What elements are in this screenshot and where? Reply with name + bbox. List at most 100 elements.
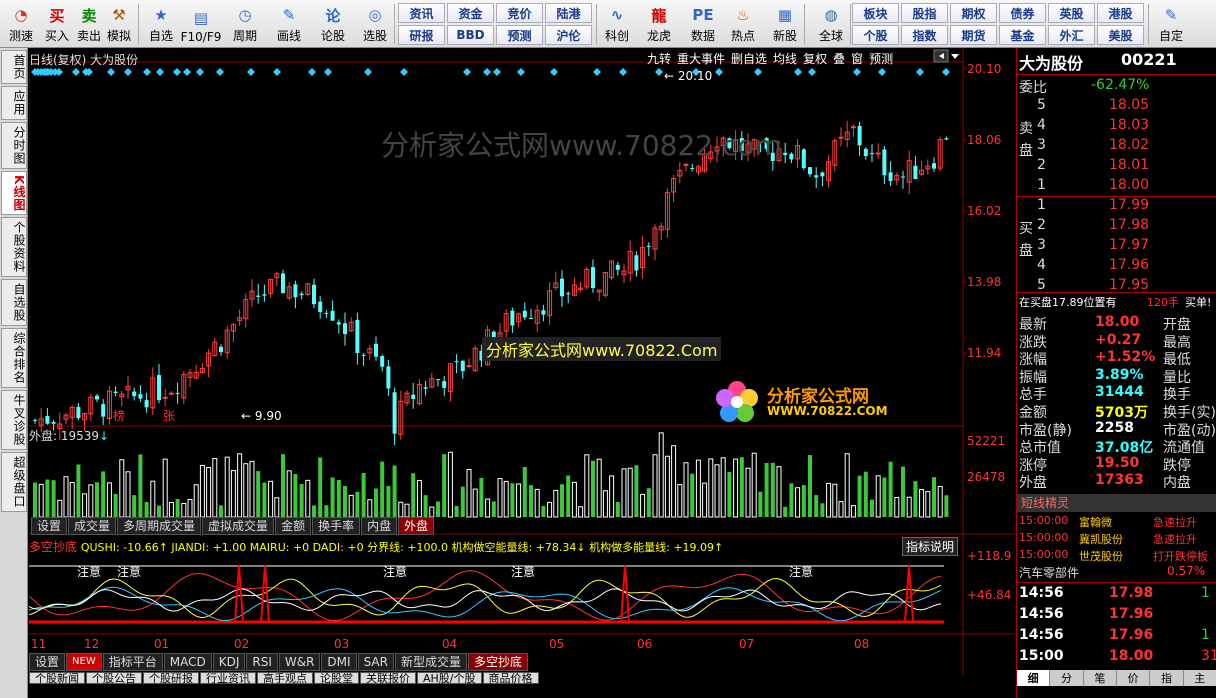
kline-chart-area[interactable]: 20.10 18.06 16.02 13.98 11.94 ← 20.10 ← 9.90 榜 张… xyxy=(29,48,1015,684)
toolbar-button-select[interactable]: ◎ 选股 xyxy=(358,2,392,46)
indicator-tab[interactable]: KDJ xyxy=(212,653,246,671)
volume-tab[interactable]: 金额 xyxy=(275,517,312,535)
chart-scroll-controls[interactable] xyxy=(933,49,959,63)
toolbar-button-chart[interactable]: ∿ 科创 xyxy=(600,2,634,46)
quick-link[interactable]: 资金 xyxy=(447,3,494,23)
news-tab[interactable]: 个股研报 xyxy=(143,672,199,684)
new-badge[interactable]: NEW xyxy=(66,653,102,671)
toolbar-button-custom[interactable]: ✎ 自定 xyxy=(1154,2,1188,46)
indicator-tab[interactable]: 指标平台 xyxy=(102,653,163,671)
chart-tab[interactable]: 复权 xyxy=(803,50,827,67)
chart-tab[interactable]: 叠 xyxy=(833,50,845,67)
volume-tab[interactable]: 虚拟成交量 xyxy=(202,517,275,535)
toolbar-button-globe[interactable]: ◍ 全球 xyxy=(814,2,848,46)
left-tab-0[interactable]: 首页 xyxy=(1,50,27,84)
toolbar-button-hammer[interactable]: ⚒ 模拟 xyxy=(102,2,136,46)
market-link[interactable]: 指数 xyxy=(901,25,948,45)
indicator-note: 注意 xyxy=(383,564,407,579)
market-link[interactable]: 基金 xyxy=(999,25,1046,45)
news-tab[interactable]: 行业资讯 xyxy=(200,672,256,684)
left-tab-2[interactable]: 分时图 xyxy=(1,122,27,169)
quote-tab[interactable]: 指 xyxy=(1150,670,1184,686)
market-link[interactable]: 外汇 xyxy=(1048,25,1095,45)
quote-bottom-tabs: 细分笔价指主 xyxy=(1017,670,1216,686)
toolbar-button-f10[interactable]: ▤ F10/F9 xyxy=(181,2,222,46)
quick-link[interactable]: 研报 xyxy=(398,25,445,45)
toolbar-button-dragon[interactable]: 龍龙虎 xyxy=(642,2,676,46)
toolbar-button-fire[interactable]: ♨ 热点 xyxy=(726,2,760,46)
volume-tab[interactable]: 设置 xyxy=(31,517,68,535)
quick-link[interactable]: BBD xyxy=(447,25,494,45)
quick-link[interactable]: 陆港 xyxy=(545,3,592,23)
news-tab[interactable]: 论股堂 xyxy=(314,672,359,684)
quote-tab[interactable]: 价 xyxy=(1117,670,1151,686)
indicator-tab[interactable]: MACD xyxy=(163,653,212,671)
quick-link[interactable]: 沪伦 xyxy=(545,25,592,45)
market-link[interactable]: 板块 xyxy=(852,3,899,23)
market-link[interactable]: 债券 xyxy=(999,3,1046,23)
volume-tab[interactable]: 内盘 xyxy=(361,517,398,535)
event-marker xyxy=(942,68,950,76)
quick-link[interactable]: 资讯 xyxy=(398,3,445,23)
indicator-tab[interactable]: DMI xyxy=(321,653,357,671)
chart-tab[interactable]: 窗 xyxy=(851,50,863,67)
left-tab-8[interactable]: 超级盘口 xyxy=(1,452,27,513)
market-link[interactable]: 港股 xyxy=(1097,3,1144,23)
left-tab-1[interactable]: 应用 xyxy=(1,86,27,120)
left-tab-4[interactable]: 个股资料 xyxy=(1,217,27,278)
quick-link[interactable]: 竞价 xyxy=(496,3,543,23)
quick-link[interactable]: 预测 xyxy=(496,25,543,45)
quote-tab[interactable]: 细 xyxy=(1017,670,1051,686)
market-link[interactable]: 美股 xyxy=(1097,25,1144,45)
toolbar-button-new[interactable]: ▦ 新股 xyxy=(768,2,802,46)
market-link[interactable]: 期权 xyxy=(950,3,997,23)
indicator-tab[interactable]: SAR xyxy=(357,653,394,671)
volume-tab[interactable]: 换手率 xyxy=(312,517,361,535)
market-link[interactable]: 英股 xyxy=(1048,3,1095,23)
indicator-tab[interactable]: W&R xyxy=(278,653,321,671)
sprite-title[interactable]: 短线精灵 xyxy=(1017,494,1216,512)
toolbar-button-pencil[interactable]: ✎ 画线 xyxy=(272,2,306,46)
left-tab-7[interactable]: 牛叉诊股 xyxy=(1,390,27,451)
market-link[interactable]: 个股 xyxy=(852,25,899,45)
chart-tab[interactable]: 删自选 xyxy=(731,50,767,67)
toolbar-button-clock[interactable]: ◷ 周期 xyxy=(228,2,262,46)
volume-tab[interactable]: 成交量 xyxy=(68,517,117,535)
chart-tab[interactable]: 预测 xyxy=(869,50,893,67)
candle-up xyxy=(850,126,856,129)
news-tab[interactable]: 个股新闻 xyxy=(29,672,85,684)
quote-tab[interactable]: 主 xyxy=(1184,670,1216,686)
left-tab-6[interactable]: 综合排名 xyxy=(1,328,27,389)
volume-bar-down xyxy=(51,480,56,517)
news-tab[interactable]: 高手观点 xyxy=(257,672,313,684)
quote-tab[interactable]: 分 xyxy=(1050,670,1084,686)
candle-down xyxy=(386,366,391,389)
news-tab[interactable]: AH股/个股 xyxy=(417,672,482,684)
news-tab[interactable]: 个股公告 xyxy=(86,672,142,684)
toolbar-button-star[interactable]: ★ 自选 xyxy=(144,2,178,46)
indicator-tab[interactable]: 设置 xyxy=(29,653,66,671)
chart-tab[interactable]: 重大事件 xyxy=(677,50,725,67)
indicator-tab[interactable]: 新型成交量 xyxy=(394,653,467,671)
indicator-tab[interactable]: RSI xyxy=(246,653,278,671)
indicator-help-button[interactable]: 指标说明 xyxy=(902,537,959,556)
news-tab[interactable]: 商品价格 xyxy=(482,672,539,684)
indicator-tab[interactable]: 多空抄底 xyxy=(467,653,528,671)
toolbar-button-pe[interactable]: PE 数据 xyxy=(686,2,720,46)
chart-tab[interactable]: 均线 xyxy=(773,50,797,67)
volume-tab[interactable]: 外盘 xyxy=(398,517,435,535)
chart-tab[interactable]: 九转 xyxy=(647,50,671,67)
quote-tab[interactable]: 笔 xyxy=(1084,670,1117,686)
toolbar-button-discuss[interactable]: 论论股 xyxy=(316,2,350,46)
toolbar-button-speedometer[interactable]: ◔ 测速 xyxy=(4,2,38,46)
toolbar-button-sell[interactable]: 卖卖出 xyxy=(72,2,106,46)
left-tab-3[interactable]: K线图 xyxy=(1,171,27,216)
volume-tab[interactable]: 多周期成交量 xyxy=(117,517,202,535)
left-tab-5[interactable]: 自选股 xyxy=(1,279,27,327)
volume-bar-down xyxy=(615,501,620,517)
news-tab[interactable]: 关联报价 xyxy=(360,672,416,684)
market-link[interactable]: 股指 xyxy=(901,3,948,23)
market-link[interactable]: 期货 xyxy=(950,25,997,45)
toolbar-button-buy[interactable]: 买买入 xyxy=(40,2,74,46)
candle-up xyxy=(683,163,689,166)
